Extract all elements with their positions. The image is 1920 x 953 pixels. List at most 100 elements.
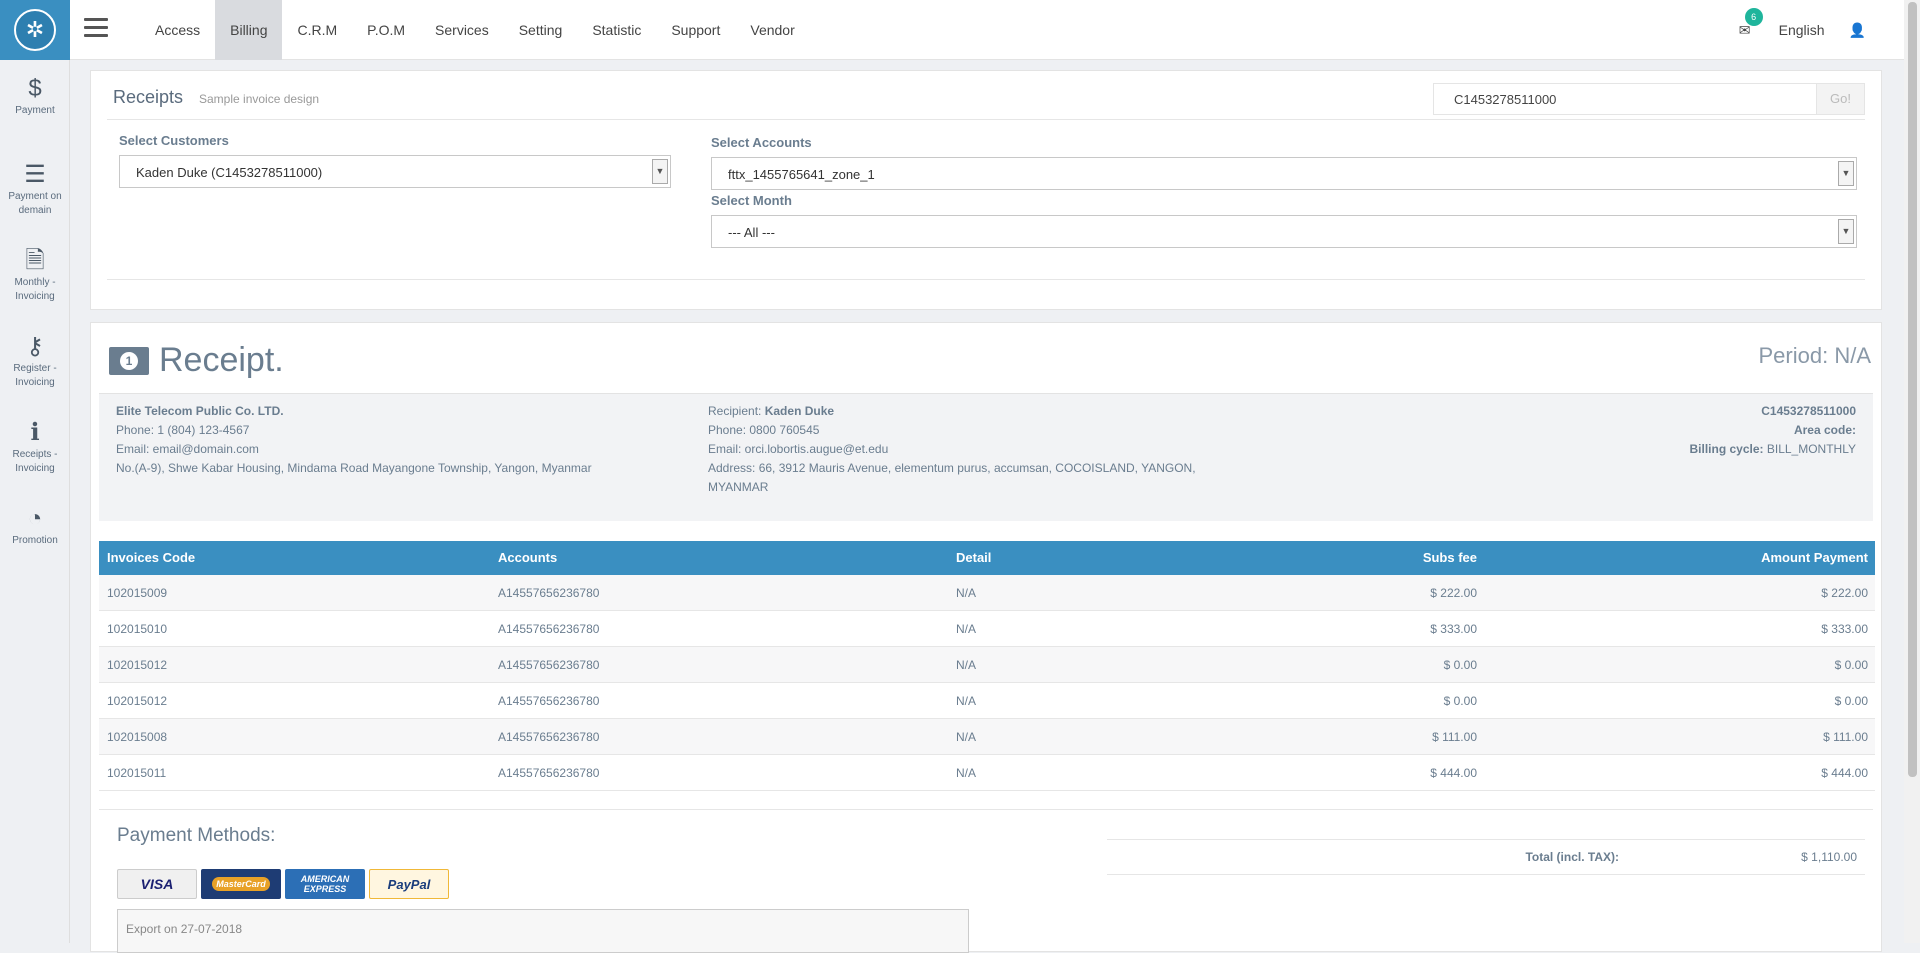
nav-services[interactable]: Services [420,0,504,60]
table-row: 102015012 A14557656236780 N/A $ 0.00 $ 0… [99,647,1875,683]
recipient-name: Kaden Duke [764,404,835,418]
document-icon: 🗎 [25,247,45,274]
info-icon: ℹ [30,419,40,446]
sidebar-item-label: Promotion [12,535,58,546]
nav-setting[interactable]: Setting [504,0,578,60]
nav-pom[interactable]: P.O.M [352,0,420,60]
money-icon: 1 [109,346,149,375]
subs-fee: $ 222.00 [1430,586,1477,600]
invoices-table: Invoices Code Accounts Detail Subs fee A… [99,541,1875,791]
table-row: 102015008 A14557656236780 N/A $ 111.00 $… [99,719,1875,755]
select-accounts-value: fttx_1455765641_zone_1 [728,167,875,182]
rss-icon: ◔ [27,505,43,532]
sidebar-item-label: Invoicing [15,291,55,302]
top-bar: ✲ Access Billing C.R.M P.O.M Services Se… [0,0,1904,60]
select-month-dropdown[interactable]: --- All --- ▼ [711,215,1857,248]
sidebar-item-receipts-invoicing[interactable]: ℹ Receipts - Invoicing [0,404,70,490]
subs-fee: $ 111.00 [1432,730,1477,744]
divider [107,279,1865,280]
go-button[interactable]: Go! [1816,84,1864,114]
sidebar-item-payment[interactable]: $ Payment [0,60,70,146]
amount-payment: $ 333.00 [1821,622,1868,636]
select-accounts-label: Select Accounts [711,135,812,150]
amex-label: AMERICAN [300,874,350,884]
divider [99,809,1873,810]
page-subtitle: Sample invoice design [199,92,320,106]
sidebar-item-monthly-invoicing[interactable]: 🗎 Monthly - Invoicing [0,232,70,318]
column-header: Subs fee [1422,550,1477,565]
invoice-code: 102015012 [107,694,168,708]
sidebar-item-register-invoicing[interactable]: ⚷ Register - Invoicing [0,318,70,404]
page-scrollbar[interactable] [1904,0,1920,943]
amount-payment: $ 222.00 [1821,586,1868,600]
table-header: Invoices Code Accounts Detail Subs fee A… [99,541,1875,575]
menu-toggle-icon[interactable] [84,18,108,38]
sidebar-item-label: Payment on [8,191,62,202]
recipient-email: Email: orci.lobortis.augue@et.edu [708,442,889,456]
payment-methods-title: Payment Methods: [117,825,276,846]
company-phone: Phone: 1 (804) 123-4567 [116,423,250,437]
account: A14557656236780 [498,622,600,636]
export-note: Export on 27-07-2018 [117,909,969,953]
customer-search-input[interactable]: C1453278511000 Go! [1433,83,1865,115]
table-row: 102015009 A14557656236780 N/A $ 222.00 $… [99,575,1875,611]
select-accounts-dropdown[interactable]: fttx_1455765641_zone_1 ▼ [711,157,1857,190]
billing-meta: C1453278511000 Area code: Billing cycle:… [1689,402,1856,459]
nav-vendor[interactable]: Vendor [735,0,809,60]
select-customers-label: Select Customers [119,133,229,148]
sidebar-item-label: Monthly - [14,277,56,288]
nav-crm[interactable]: C.R.M [282,0,352,60]
billing-cycle-label: Billing cycle: [1689,442,1764,456]
nav-access[interactable]: Access [140,0,215,60]
company-name: Elite Telecom Public Co. LTD. [116,404,284,418]
company-email: Email: email@domain.com [116,442,259,456]
receipt-period: Period: N/A [1758,343,1872,368]
select-customers-dropdown[interactable]: Kaden Duke (C1453278511000) ▼ [119,155,671,188]
nav-support[interactable]: Support [656,0,735,60]
sidebar-item-label: demain [18,205,52,216]
key-icon: ⚷ [26,333,44,360]
invoice-code: 102015009 [107,586,168,600]
mail-count-badge: 6 [1744,8,1763,26]
invoice-code: 102015012 [107,658,168,672]
recipient-address-line2: MYANMAR [708,480,769,494]
detail: N/A [956,622,977,636]
gear-logo-icon: ✲ [14,9,56,51]
invoice-code: 102015010 [107,622,168,636]
recipient-info: Recipient: Kaden Duke Phone: 0800 760545… [708,402,1196,497]
detail: N/A [956,658,977,672]
dollar-icon: $ [28,75,42,102]
receipt-title: Receipt. [159,341,284,379]
account: A14557656236780 [498,730,600,744]
mail-icon[interactable]: ✉ 6 [1735,8,1763,40]
detail: N/A [956,694,977,708]
page-title: Receipts [113,87,184,107]
invoice-code: 102015008 [107,730,168,744]
total-label: Total (incl. TAX): [1525,850,1619,864]
scrollbar-thumb[interactable] [1908,2,1917,777]
paypal-icon: PayPal [369,869,449,899]
recipient-label: Recipient: [708,404,762,418]
subs-fee: $ 444.00 [1430,766,1477,780]
amount-payment: $ 0.00 [1834,658,1868,672]
recipient-address: Address: 66, 3912 Mauris Avenue, element… [708,461,1196,475]
area-code-label: Area code: [1793,423,1856,437]
subs-fee: $ 0.00 [1443,694,1477,708]
payment-cards: VISA MasterCard AMERICAN EXPRESS PayPal [117,869,449,899]
list-icon: ☰ [24,161,46,188]
nav-statistic[interactable]: Statistic [577,0,656,60]
visa-icon: VISA [117,869,197,899]
sidebar-item-label: Payment [15,105,55,116]
user-icon[interactable]: 👤 [1849,22,1866,39]
sidebar-item-promotion[interactable]: ◔ Promotion [0,490,70,576]
nav-billing[interactable]: Billing [215,0,283,60]
column-header: Accounts [498,550,558,565]
main-nav: Access Billing C.R.M P.O.M Services Sett… [140,0,810,60]
account: A14557656236780 [498,586,600,600]
language-selector[interactable]: English [1779,22,1825,38]
sidebar-item-label: Receipts - [12,449,58,460]
detail: N/A [956,730,977,744]
receipt-heading: 1 Receipt. [109,341,284,380]
app-logo[interactable]: ✲ [0,0,70,60]
sidebar-item-payment-on-demain[interactable]: ☰ Payment on demain [0,146,70,232]
